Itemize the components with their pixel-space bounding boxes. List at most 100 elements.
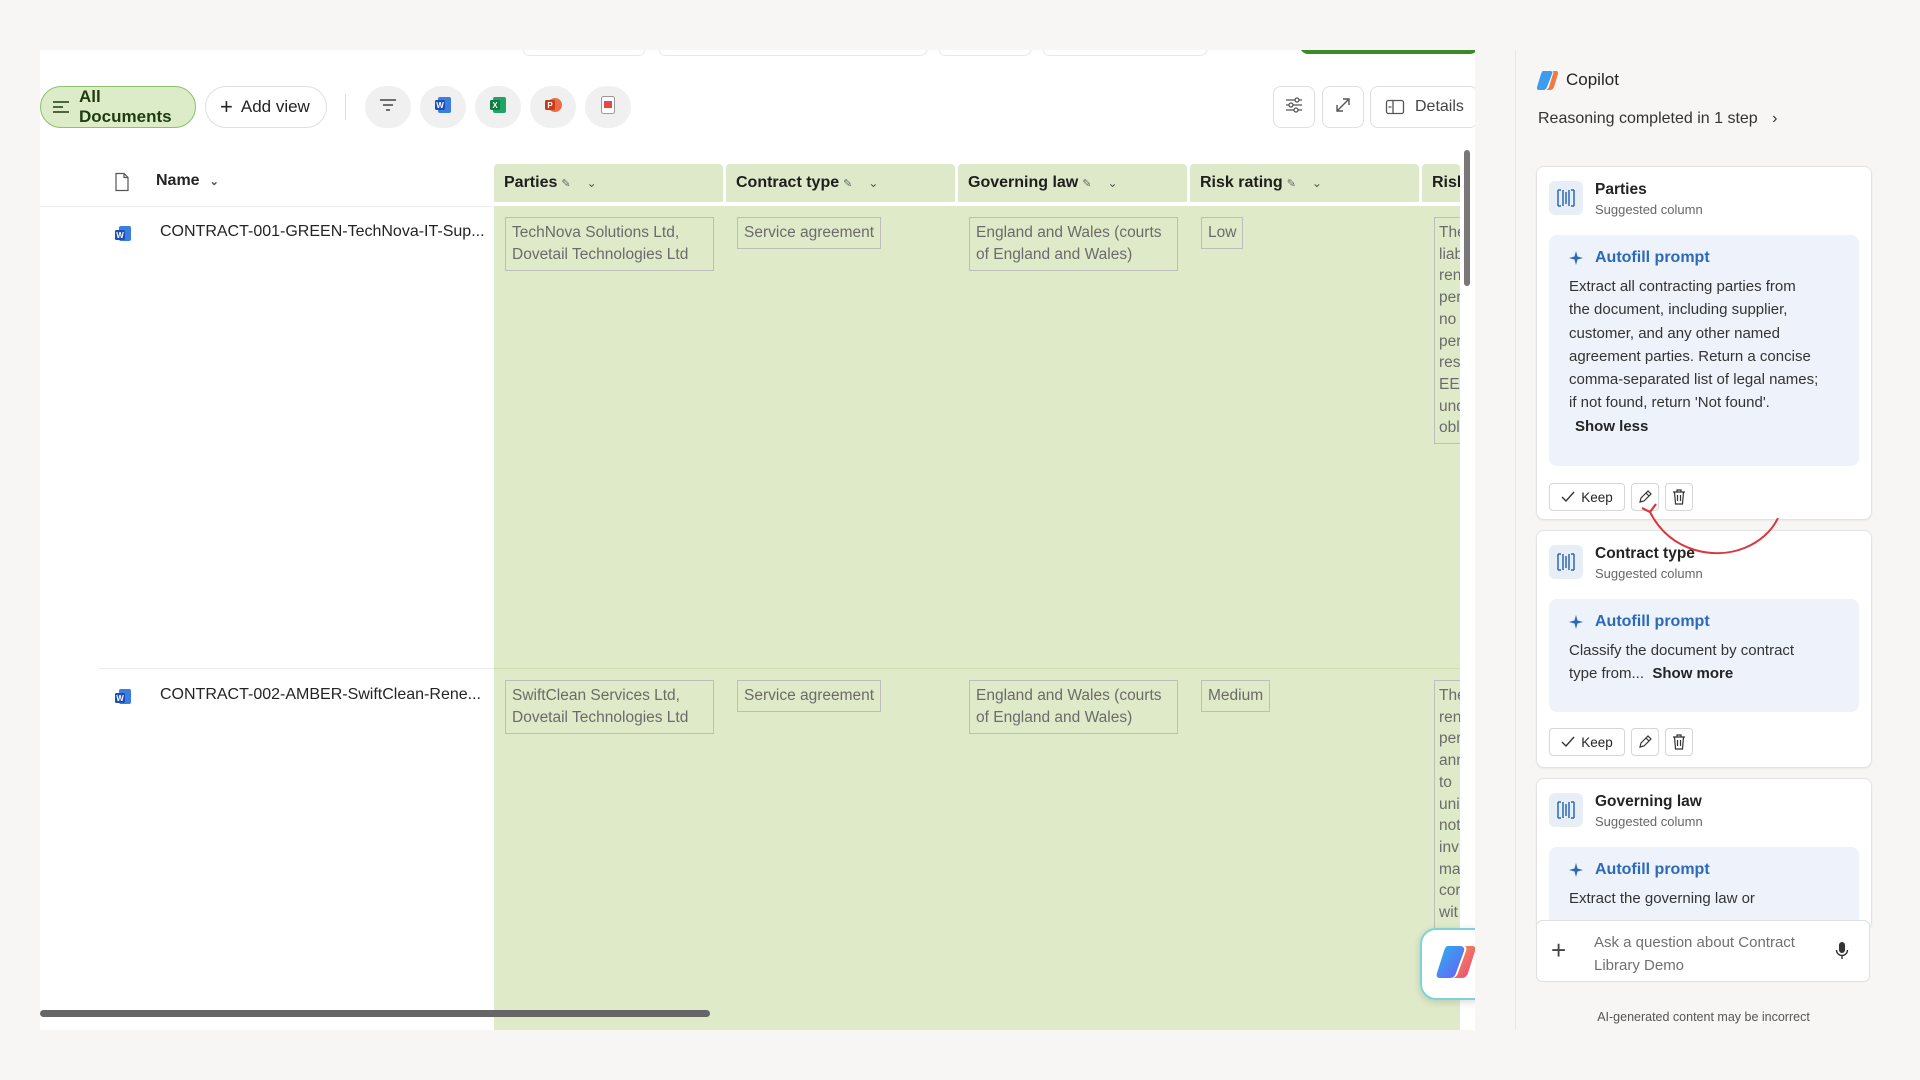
copilot-ask-input[interactable]: + Ask a question about Contract Library … (1536, 920, 1870, 982)
svg-text:W: W (436, 101, 444, 110)
cell-line: und (1439, 397, 1460, 415)
expand-button[interactable] (1322, 86, 1364, 128)
cell-line: obl (1439, 419, 1460, 437)
parties-cell[interactable]: TechNova Solutions Ltd, Dovetail Technol… (505, 217, 714, 271)
edit-button[interactable] (1631, 728, 1659, 756)
vertical-scrollbar[interactable] (1464, 150, 1470, 286)
command-pill[interactable] (658, 50, 928, 56)
cell-line: ma (1439, 860, 1460, 878)
show-more-link[interactable]: Show more (1652, 665, 1733, 682)
reasoning-label: Reasoning completed in 1 step (1538, 110, 1758, 127)
reasoning-status-link[interactable]: Reasoning completed in 1 step › (1538, 110, 1777, 128)
cell-line: no (1439, 310, 1457, 328)
autofill-prompt-box: Autofill prompt Extract the governing la… (1549, 847, 1859, 929)
column-icon (1549, 793, 1583, 827)
column-icon (1549, 181, 1583, 215)
risk-rating-cell[interactable]: Low (1201, 217, 1244, 249)
cell-line: ren (1439, 267, 1460, 285)
powerpoint-icon: P (543, 95, 563, 120)
column-header-name[interactable]: Name ⌄ (156, 172, 219, 190)
delete-button[interactable] (1665, 728, 1693, 756)
keep-button[interactable]: Keep (1549, 728, 1625, 756)
cell-line: to (1439, 773, 1452, 791)
sparkle-icon (1569, 863, 1595, 877)
cell-line: uni (1439, 795, 1460, 813)
pencil-icon (1637, 734, 1653, 750)
filter-button[interactable] (365, 86, 411, 128)
command-pill[interactable] (522, 50, 646, 56)
powerpoint-button[interactable]: P (530, 86, 576, 128)
autofill-prompt-box: Autofill prompt Extract all contracting … (1549, 235, 1859, 466)
column-header-parties[interactable]: Parties ✎ ⌄ (494, 164, 723, 202)
name-header-label: Name (156, 172, 200, 189)
contract-type-cell[interactable]: Service agreement (737, 217, 882, 249)
chevron-down-icon: ⌄ (1311, 176, 1322, 190)
copilot-logo-icon (1536, 68, 1560, 97)
pdf-icon (600, 95, 616, 120)
copilot-fab-button[interactable] (1420, 928, 1475, 1000)
toolbar-divider (345, 94, 346, 120)
governing-law-cell[interactable]: England and Wales (courts of England and… (969, 217, 1178, 271)
chevron-down-icon: ⌄ (586, 176, 597, 190)
prompt-text: Classify the document by contract type f… (1569, 639, 1839, 686)
column-header-risk-truncated[interactable]: Risk (1422, 164, 1460, 202)
parties-cell[interactable]: SwiftClean Services Ltd, Dovetail Techno… (505, 680, 714, 734)
word-button[interactable]: W (420, 86, 466, 128)
excel-button[interactable]: X (475, 86, 521, 128)
plus-icon[interactable]: + (1551, 937, 1566, 963)
cell-line: ren (1439, 708, 1460, 726)
microphone-icon[interactable] (1835, 941, 1849, 966)
cell-line: of England and Wales) (976, 246, 1133, 263)
checkmark-icon (1561, 491, 1575, 503)
command-pill[interactable] (1042, 50, 1208, 56)
prompt-text: Extract the governing law or (1569, 887, 1839, 910)
word-icon: W (433, 95, 453, 120)
column-header-contract-type[interactable]: Contract type ✎ ⌄ (726, 164, 955, 202)
pdf-button[interactable] (585, 86, 631, 128)
contract-type-cell[interactable]: Service agreement (737, 680, 882, 712)
file-name-link[interactable]: CONTRACT-002-AMBER-SwiftClean-Rene... (160, 686, 481, 704)
governing-law-cell[interactable]: England and Wales (courts of England and… (969, 680, 1178, 734)
add-view-label: Add view (240, 97, 310, 116)
autofill-prompt-label: Autofill prompt (1595, 861, 1710, 878)
autofill-prompt-box: Autofill prompt Classify the document by… (1549, 599, 1859, 712)
filter-icon (378, 98, 398, 117)
top-command-strip (40, 50, 1475, 56)
cell-line: Low (1208, 224, 1237, 241)
cell-line: SwiftClean Services Ltd, (512, 687, 680, 704)
svg-text:P: P (547, 101, 553, 110)
cell-line: Service agreement (744, 687, 875, 704)
checkmark-icon (1561, 736, 1575, 748)
governing-law-header-label: Governing law (968, 174, 1079, 191)
all-documents-view-button[interactable]: All Documents (40, 86, 196, 128)
prompt-line: the document, including supplier, (1569, 301, 1788, 319)
ai-column-icon: ✎ (561, 177, 571, 190)
prompt-line: comma-separated list of legal names; (1569, 371, 1819, 389)
show-less-link[interactable]: Show less (1575, 418, 1648, 435)
cell-line: Dovetail Technologies Ltd (512, 246, 689, 263)
word-file-icon: W (114, 688, 132, 706)
sliders-icon (1284, 96, 1304, 119)
view-toolbar: All Documents + Add view W X P Details (40, 86, 1475, 128)
file-type-header-icon[interactable] (114, 172, 130, 197)
cell-line: liab (1439, 245, 1460, 263)
annotation-arrow (1641, 503, 1779, 555)
details-button[interactable]: Details (1370, 86, 1475, 128)
risk-detail-cell-truncated[interactable]: The liab ren per no per res EEA und obl (1434, 217, 1460, 445)
prompt-text: Extract all contracting parties from the… (1569, 275, 1839, 438)
column-header-risk-rating[interactable]: Risk rating ✎ ⌄ (1190, 164, 1419, 202)
risk-rating-cell[interactable]: Medium (1201, 680, 1271, 712)
add-view-button[interactable]: + Add view (205, 86, 327, 128)
horizontal-scrollbar[interactable] (40, 1010, 710, 1017)
risk-rating-header-label: Risk rating (1200, 174, 1283, 191)
card-title: Parties (1595, 181, 1647, 198)
parties-header-label: Parties (504, 174, 558, 191)
file-name-link[interactable]: CONTRACT-001-GREEN-TechNova-IT-Sup... (160, 223, 485, 241)
command-pill[interactable] (938, 50, 1032, 56)
chevron-down-icon: ⌄ (1107, 176, 1118, 190)
view-settings-button[interactable] (1273, 86, 1315, 128)
primary-action-button[interactable] (1300, 50, 1475, 54)
prompt-line: agreement parties. Return a concise (1569, 347, 1811, 365)
column-header-governing-law[interactable]: Governing law ✎ ⌄ (958, 164, 1187, 202)
keep-button[interactable]: Keep (1549, 483, 1625, 511)
